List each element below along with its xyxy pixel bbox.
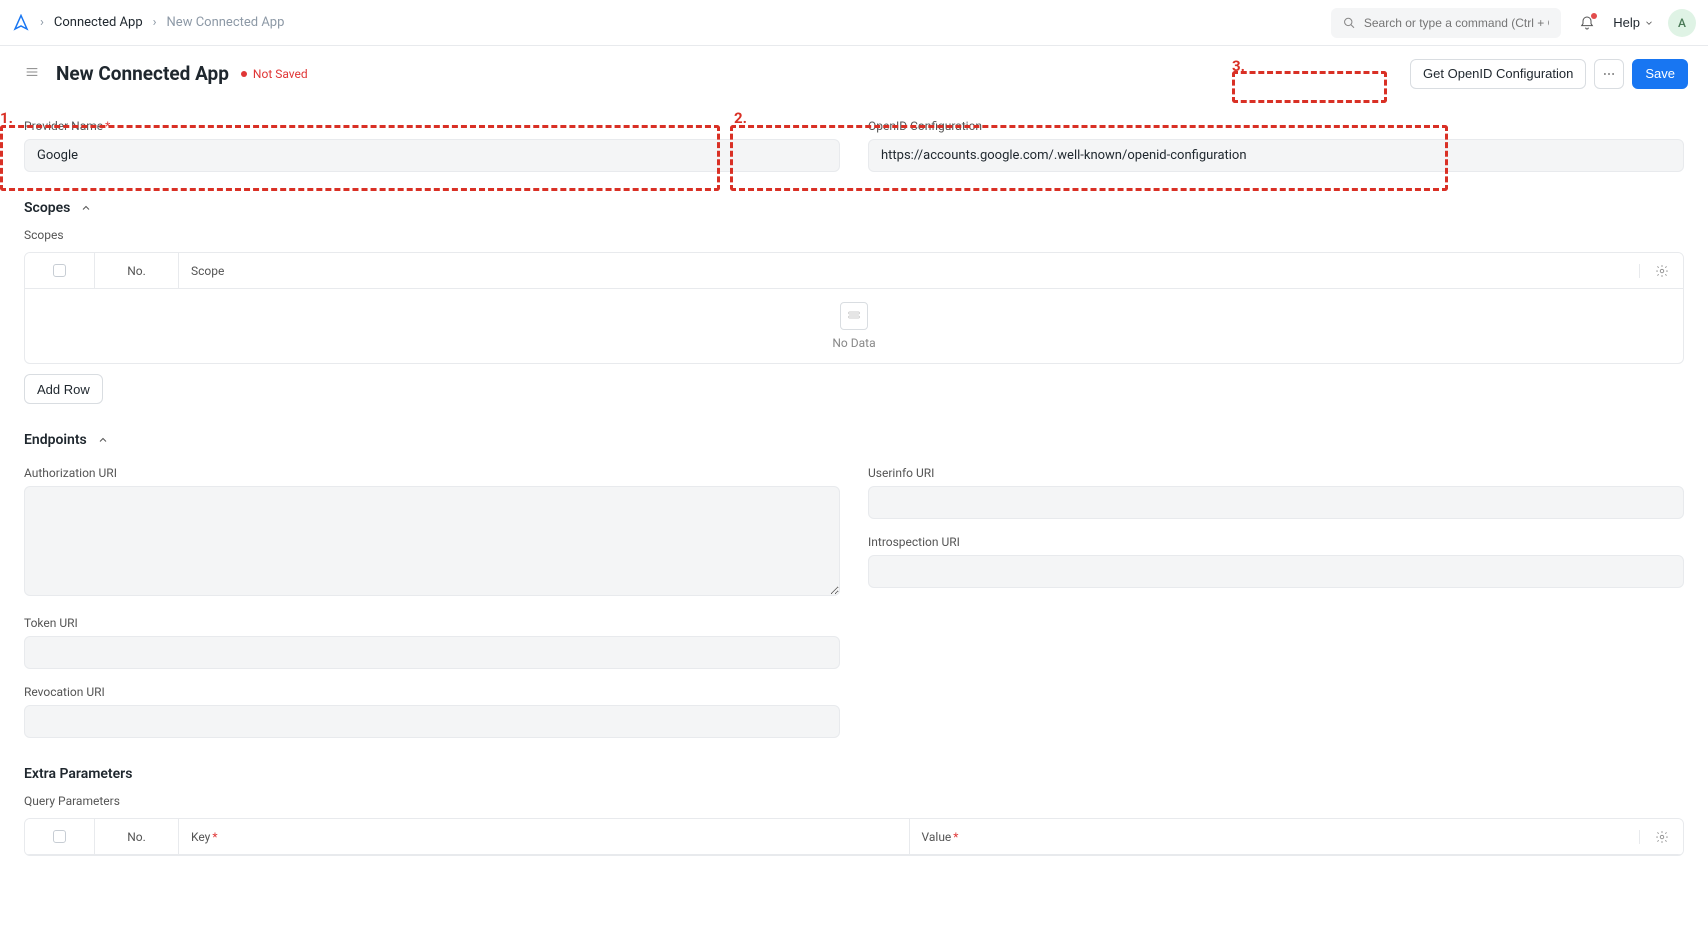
chevron-up-icon <box>80 202 92 214</box>
more-actions-button[interactable] <box>1594 59 1624 89</box>
chevron-down-icon <box>1644 18 1654 28</box>
openid-config-input[interactable] <box>868 139 1684 172</box>
status-text: Not Saved <box>253 67 308 81</box>
section-scopes-label: Scopes <box>24 200 70 216</box>
status-dot-icon <box>241 71 247 77</box>
chevron-right-icon: › <box>40 15 44 30</box>
topbar: › Connected App › New Connected App Help… <box>0 0 1708 46</box>
hamburger-icon <box>24 64 40 80</box>
help-button[interactable]: Help <box>1613 15 1654 30</box>
openid-config-label: OpenID Configuration <box>868 119 1684 133</box>
search-input-field[interactable] <box>1364 16 1549 30</box>
revocation-uri-input[interactable] <box>24 705 840 738</box>
token-uri-input[interactable] <box>24 636 840 669</box>
search-input[interactable] <box>1331 8 1561 38</box>
introspection-uri-input[interactable] <box>868 555 1684 588</box>
search-icon <box>1343 16 1356 30</box>
scopes-col-scope: Scope <box>179 253 1639 288</box>
section-endpoints[interactable]: Endpoints <box>24 432 1684 448</box>
chevron-up-icon <box>97 434 109 446</box>
token-uri-label: Token URI <box>24 616 840 630</box>
introspection-uri-label: Introspection URI <box>868 535 1684 549</box>
section-extra-parameters: Extra Parameters <box>24 766 1684 782</box>
params-select-all-checkbox[interactable] <box>53 830 66 843</box>
authorization-uri-input[interactable] <box>24 486 840 596</box>
annotation-1: 1. <box>0 109 13 127</box>
dots-horizontal-icon <box>1602 67 1616 81</box>
status-badge: Not Saved <box>241 67 308 81</box>
breadcrumb-connected-app[interactable]: Connected App <box>54 15 143 30</box>
chevron-right-icon: › <box>153 15 157 30</box>
query-params-label: Query Parameters <box>24 794 1684 808</box>
scopes-table-label: Scopes <box>24 228 1684 242</box>
page-header: New Connected App Not Saved Get OpenID C… <box>0 46 1708 101</box>
params-col-key: Key* <box>179 819 910 854</box>
provider-name-input[interactable] <box>24 139 840 172</box>
avatar[interactable]: A <box>1668 9 1696 37</box>
section-extra-parameters-label: Extra Parameters <box>24 766 132 782</box>
revocation-uri-label: Revocation URI <box>24 685 840 699</box>
params-col-no: No. <box>95 819 179 854</box>
section-endpoints-label: Endpoints <box>24 432 87 448</box>
gear-icon <box>1655 264 1669 278</box>
scopes-table: No. Scope No Data <box>24 252 1684 364</box>
no-data-icon <box>840 302 868 330</box>
gear-icon <box>1655 830 1669 844</box>
breadcrumb: › Connected App › New Connected App <box>40 15 284 30</box>
scopes-no-data: No Data <box>25 289 1683 363</box>
breadcrumb-current: New Connected App <box>167 15 285 30</box>
get-openid-config-button[interactable]: Get OpenID Configuration <box>1410 59 1586 89</box>
scopes-table-settings-button[interactable] <box>1639 264 1683 278</box>
save-button[interactable]: Save <box>1632 59 1688 89</box>
userinfo-uri-input[interactable] <box>868 486 1684 519</box>
app-logo-icon <box>12 14 30 32</box>
help-label: Help <box>1613 15 1640 30</box>
params-table-settings-button[interactable] <box>1639 830 1683 844</box>
provider-name-label: Provider Name* <box>24 119 840 133</box>
section-scopes[interactable]: Scopes <box>24 200 1684 216</box>
form-body: 1. 2. 3. Provider Name* OpenID Configura… <box>0 119 1708 896</box>
page-title: New Connected App <box>56 62 229 85</box>
query-params-table: No. Key* Value* <box>24 818 1684 856</box>
notifications-button[interactable] <box>1575 11 1599 35</box>
sidebar-toggle-button[interactable] <box>20 60 44 87</box>
scopes-col-no: No. <box>95 253 179 288</box>
notification-dot-icon <box>1591 13 1597 19</box>
params-col-value: Value* <box>910 819 1640 854</box>
userinfo-uri-label: Userinfo URI <box>868 466 1684 480</box>
authorization-uri-label: Authorization URI <box>24 466 840 480</box>
scopes-select-all-checkbox[interactable] <box>53 264 66 277</box>
scopes-add-row-button[interactable]: Add Row <box>24 374 103 404</box>
